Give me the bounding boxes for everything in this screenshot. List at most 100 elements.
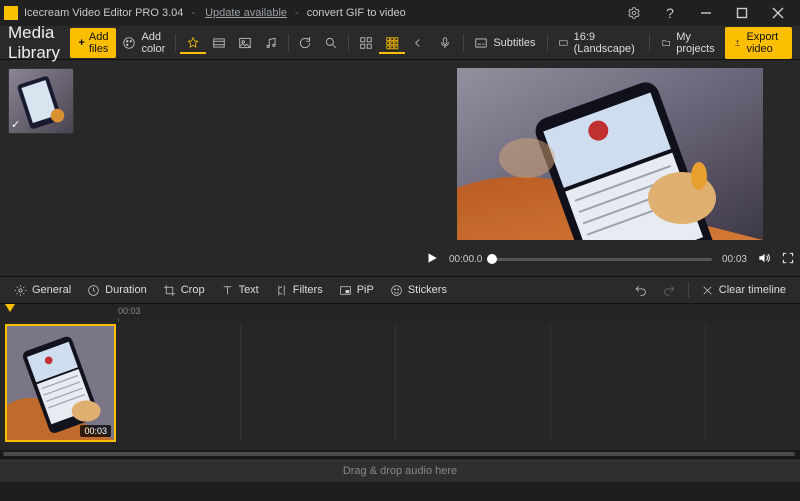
plus-icon: + [78, 37, 84, 49]
playhead[interactable] [5, 304, 15, 312]
media-thumbnail[interactable]: ✓ [8, 68, 74, 134]
add-files-label: Add files [89, 31, 109, 55]
help-button[interactable]: ? [652, 0, 688, 26]
maximize-icon [736, 7, 748, 19]
clear-timeline-button[interactable]: Clear timeline [693, 281, 794, 300]
filters-label: Filters [293, 284, 323, 296]
play-icon [425, 251, 439, 265]
favorites-tab[interactable] [180, 32, 206, 54]
collapse-button[interactable] [405, 32, 431, 54]
add-color-label: Add color [141, 31, 165, 55]
stickers-tool[interactable]: Stickers [382, 281, 455, 300]
export-button[interactable]: Export video [725, 27, 792, 59]
crop-label: Crop [181, 284, 205, 296]
grid-small-icon [385, 36, 399, 50]
general-tool[interactable]: General [6, 281, 79, 300]
main-toolbar: Media Library + Add files Add color Subti… [0, 26, 800, 60]
volume-button[interactable] [757, 251, 771, 268]
fullscreen-button[interactable] [781, 251, 795, 268]
refresh-button[interactable] [292, 32, 318, 54]
film-icon [212, 36, 226, 50]
text-icon [221, 284, 234, 297]
x-icon [701, 284, 714, 297]
audio-drop-label: Drag & drop audio here [343, 465, 457, 477]
sticker-icon [390, 284, 403, 297]
play-button[interactable] [425, 251, 439, 268]
timeline-tracks[interactable]: 00:03 [0, 322, 800, 450]
help-icon: ? [666, 5, 674, 21]
seek-handle[interactable] [487, 254, 497, 264]
upload-icon [734, 37, 741, 49]
timeline-ruler[interactable]: 00:03 [0, 304, 800, 322]
undo-button[interactable] [626, 281, 655, 300]
image-icon [238, 36, 252, 50]
chevron-left-icon [411, 36, 425, 50]
palette-icon [122, 36, 136, 50]
subtitles-icon [474, 36, 488, 50]
mic-button[interactable] [431, 32, 459, 54]
zoom-button[interactable] [318, 32, 344, 54]
music-icon [264, 36, 278, 50]
app-title: Icecream Video Editor PRO 3.04 [24, 7, 183, 19]
aspect-label: 16:9 (Landscape) [574, 31, 639, 55]
update-available-link[interactable]: Update available [205, 7, 287, 19]
undo-icon [634, 284, 647, 297]
clip-duration: 00:03 [80, 425, 111, 437]
media-library-title: Media Library [8, 23, 60, 63]
clip-thumbnail [7, 326, 114, 440]
pip-label: PiP [357, 284, 374, 296]
edit-tools-bar: General Duration Crop Text Filters PiP S… [0, 276, 800, 304]
aspect-ratio-button[interactable]: 16:9 (Landscape) [551, 27, 645, 59]
add-files-button[interactable]: + Add files [70, 28, 116, 58]
settings-button[interactable] [616, 0, 652, 26]
time-marker: 00:03 [118, 306, 141, 316]
crop-icon [163, 284, 176, 297]
duration-tool[interactable]: Duration [79, 281, 155, 300]
clock-icon [87, 284, 100, 297]
close-button[interactable] [760, 0, 796, 26]
subtitles-button[interactable]: Subtitles [467, 32, 542, 54]
text-tool[interactable]: Text [213, 281, 267, 300]
minimize-button[interactable] [688, 0, 724, 26]
maximize-button[interactable] [724, 0, 760, 26]
project-name: convert GIF to video [307, 7, 406, 19]
separator: - [191, 7, 195, 19]
subtitles-label: Subtitles [493, 37, 535, 49]
preview-panel: 00:00.0 00:03 [420, 60, 800, 276]
my-projects-button[interactable]: My projects [654, 27, 726, 59]
redo-button[interactable] [655, 281, 684, 300]
seek-bar[interactable] [492, 258, 712, 261]
preview-video[interactable] [457, 68, 763, 240]
grid-large-icon [359, 36, 373, 50]
projects-icon [661, 36, 671, 50]
my-projects-label: My projects [676, 31, 718, 55]
minimize-icon [700, 7, 712, 19]
list-view-button[interactable] [353, 32, 379, 54]
timeline-scrollbar[interactable] [0, 450, 800, 458]
image-tab[interactable] [232, 32, 258, 54]
audio-tab[interactable] [258, 32, 284, 54]
add-color-button[interactable]: Add color [116, 27, 171, 59]
aspect-icon [558, 36, 569, 50]
timeline-clip[interactable]: 00:03 [5, 324, 116, 442]
pip-tool[interactable]: PiP [331, 281, 382, 300]
media-library-panel: ✓ [0, 60, 420, 276]
audio-drop-zone[interactable]: Drag & drop audio here [0, 458, 800, 482]
pip-icon [339, 284, 352, 297]
general-label: General [32, 284, 71, 296]
scrollbar-handle[interactable] [3, 452, 795, 456]
gear-icon [14, 284, 27, 297]
redo-icon [663, 284, 676, 297]
filters-tool[interactable]: Filters [267, 281, 331, 300]
app-logo-icon [4, 6, 18, 20]
text-label: Text [239, 284, 259, 296]
video-tab[interactable] [206, 32, 232, 54]
crop-tool[interactable]: Crop [155, 281, 213, 300]
fullscreen-icon [781, 251, 795, 265]
volume-icon [757, 251, 771, 265]
search-icon [324, 36, 338, 50]
check-icon: ✓ [11, 118, 20, 131]
microphone-icon [438, 36, 452, 50]
duration-label: Duration [105, 284, 147, 296]
grid-view-button[interactable] [379, 32, 405, 54]
